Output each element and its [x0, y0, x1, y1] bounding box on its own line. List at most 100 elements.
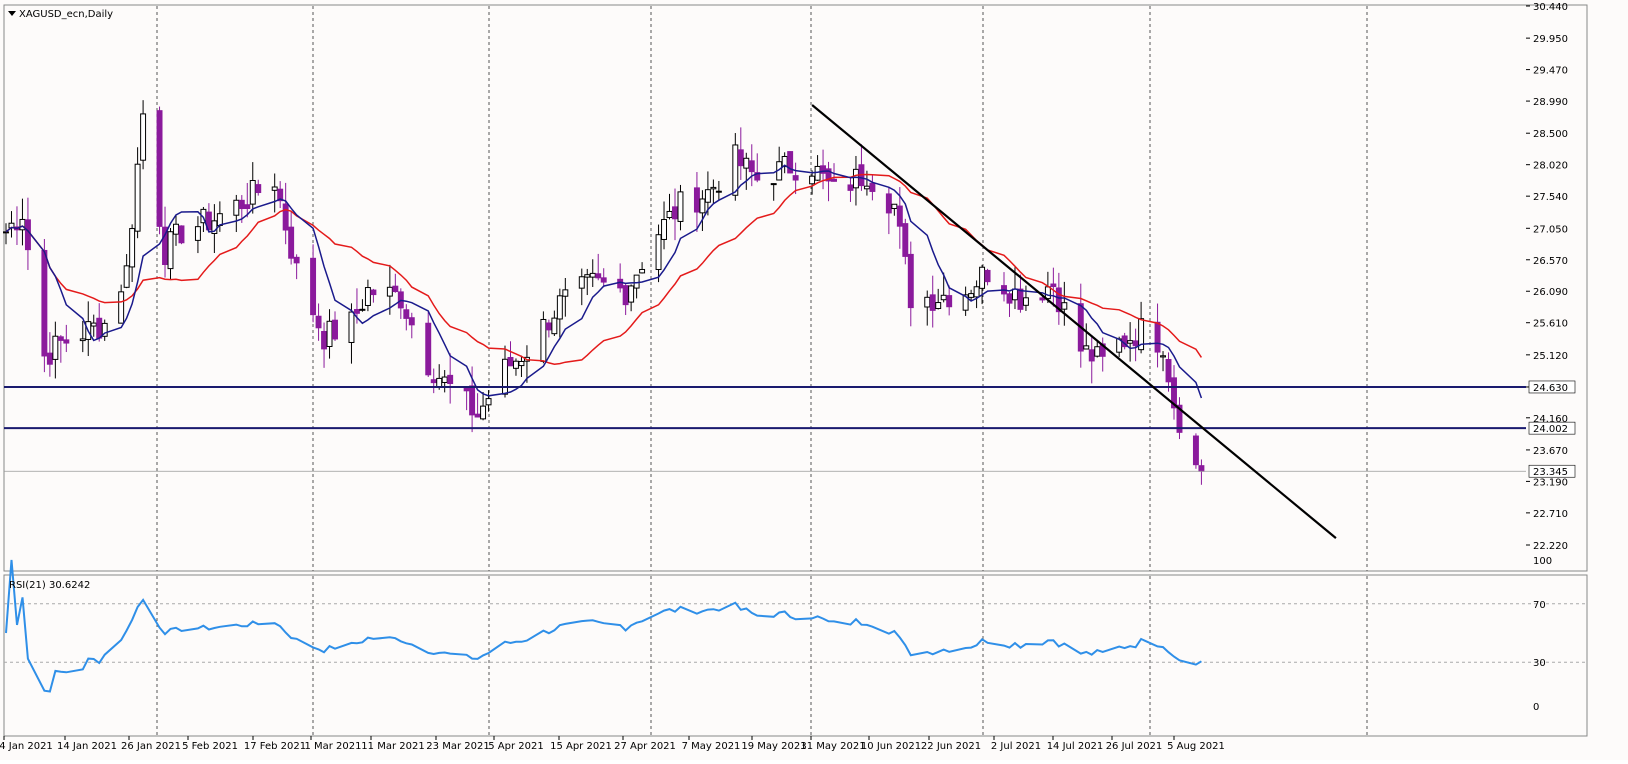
candle-body — [633, 274, 640, 289]
candle-body — [973, 286, 980, 298]
candle-body — [249, 180, 256, 205]
candle-body — [589, 272, 596, 278]
candle-body — [852, 168, 859, 189]
candle-body — [1192, 435, 1199, 466]
time-tick-label: 14 Jul 2021 — [1047, 741, 1104, 752]
candle-body — [392, 285, 399, 293]
candle-body — [156, 110, 163, 227]
price-tag-label: 24.002 — [1533, 424, 1568, 435]
time-tick-label: 5 Apr 2021 — [488, 741, 543, 752]
candle-body — [513, 360, 519, 369]
time-tick-label: 26 Jan 2021 — [121, 741, 181, 752]
candle-body — [359, 308, 366, 311]
time-axis: 4 Jan 2021 14 Jan 2021 26 Jan 2021 5 Feb 20… — [0, 736, 1225, 752]
price-tick-label: 22.710 — [1533, 509, 1568, 520]
candle-body — [1160, 355, 1167, 358]
rsi-tick-label: 100 — [1533, 556, 1552, 567]
candle-body — [578, 276, 585, 289]
candle-body — [545, 322, 552, 331]
candle-body — [1044, 286, 1051, 300]
candle-body — [315, 315, 322, 329]
price-tick-label: 23.190 — [1533, 477, 1568, 488]
candle-body — [693, 187, 700, 213]
candle-body — [441, 376, 448, 383]
candle-body — [704, 189, 711, 203]
price-tick-label: 28.500 — [1533, 129, 1568, 140]
candle-body — [425, 322, 432, 376]
candle-body — [129, 228, 136, 268]
candle-body — [869, 182, 876, 192]
candle-body — [600, 277, 607, 283]
time-tick-label: 22 Jun 2021 — [921, 741, 981, 752]
chart-canvas[interactable]: 30.440 29.950 29.470 28.990 28.500 28.020 27.5… — [0, 0, 1628, 760]
price-tick-label: 29.950 — [1533, 34, 1568, 45]
candle-body — [562, 289, 569, 297]
time-tick-label: 26 Jul 2021 — [1106, 741, 1163, 752]
candle-body — [332, 319, 338, 340]
price-tag-label: 24.630 — [1533, 383, 1568, 394]
candle-body — [90, 322, 97, 327]
candle-body — [946, 295, 953, 308]
candle-body — [24, 219, 31, 251]
candle-body — [617, 278, 624, 289]
candle-body — [3, 231, 9, 234]
time-tick-label: 11 Mar 2021 — [361, 741, 424, 752]
candle-body — [386, 286, 393, 297]
price-panel[interactable] — [3, 4, 1588, 572]
rsi-tick-label: 0 — [1533, 702, 1539, 713]
candle-body — [666, 210, 673, 219]
candle-body — [792, 175, 799, 181]
candle-body — [271, 186, 278, 191]
chart-title: XAGUSD_ecn,Daily — [19, 9, 113, 20]
candle-body — [940, 294, 947, 301]
time-tick-label: 1 Mar 2021 — [304, 741, 361, 752]
candle-body — [41, 249, 48, 357]
candle-body — [935, 302, 942, 310]
candle-body — [584, 274, 591, 278]
price-tick-label: 27.540 — [1533, 192, 1568, 203]
candle-body — [1154, 321, 1161, 353]
candle-body — [984, 269, 991, 283]
candle-body — [255, 184, 262, 194]
candle-body — [1012, 288, 1018, 301]
candle-body — [134, 163, 141, 232]
candle-body — [430, 379, 437, 384]
candle-body — [140, 113, 147, 161]
price-tick-label: 28.020 — [1533, 161, 1568, 172]
candle-body — [233, 199, 240, 216]
time-tick-label: 23 Mar 2021 — [426, 741, 489, 752]
price-tick-label: 23.670 — [1533, 446, 1568, 457]
candle-body — [57, 336, 64, 341]
candle-body — [710, 186, 717, 190]
rsi-panel[interactable] — [3, 574, 1588, 737]
candle-body — [770, 183, 777, 186]
candle-body — [715, 190, 722, 193]
candle-body — [1088, 349, 1095, 362]
candle-body — [238, 199, 245, 210]
chart-window[interactable]: 30.440 29.950 29.470 28.990 28.500 28.020 27.5… — [0, 0, 1628, 760]
candle-body — [809, 175, 816, 185]
candle-body — [540, 318, 547, 362]
candle-body — [847, 184, 854, 191]
candle-body — [902, 223, 909, 257]
candle-body — [348, 311, 355, 343]
candle-body — [595, 273, 602, 279]
candle-body — [863, 185, 870, 190]
candle-body — [370, 289, 377, 296]
candle-body — [288, 226, 295, 259]
candle-body — [891, 203, 898, 209]
candle-body — [743, 157, 750, 169]
price-tag-label: 23.345 — [1533, 467, 1568, 478]
candle-body — [737, 149, 744, 167]
price-tick-label: 26.570 — [1533, 256, 1568, 267]
candle-body — [321, 330, 328, 350]
candle-body — [293, 256, 300, 264]
time-tick-label: 15 Apr 2021 — [550, 741, 612, 752]
candle-body — [655, 234, 662, 271]
candle-body — [518, 360, 525, 367]
candle-body — [979, 266, 986, 289]
candle-body — [699, 198, 706, 214]
time-tick-label: 7 May 2021 — [682, 741, 741, 752]
candle-body — [639, 268, 646, 274]
candle-body — [1127, 340, 1134, 344]
